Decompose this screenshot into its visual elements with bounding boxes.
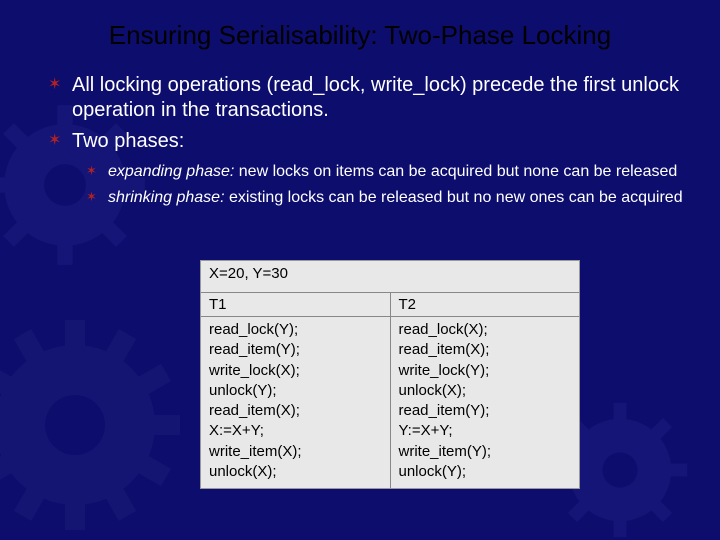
table-cell: unlock(Y);	[399, 462, 572, 482]
table-body: read_lock(Y);read_item(Y);write_lock(X);…	[201, 317, 579, 488]
table-cell: read_item(Y);	[209, 340, 382, 360]
table-cell: X:=X+Y;	[209, 421, 382, 441]
table-cell: unlock(X);	[399, 381, 572, 401]
table-cell: Y:=X+Y;	[399, 421, 572, 441]
column-t2: read_lock(X);read_item(X);write_lock(Y);…	[391, 317, 580, 488]
bullet-item: Two phases: expanding phase: new locks o…	[48, 129, 690, 208]
sub-bullet-item: shrinking phase: existing locks can be r…	[86, 188, 690, 208]
slide: Ensuring Serialisability: Two-Phase Lock…	[0, 0, 720, 540]
table-cell: unlock(Y);	[209, 381, 382, 401]
table-cell: read_item(Y);	[399, 401, 572, 421]
table-cell: write_lock(X);	[209, 361, 382, 381]
table-cell: write_item(Y);	[399, 442, 572, 462]
column-t1: read_lock(Y);read_item(Y);write_lock(X);…	[201, 317, 391, 488]
sub-bullet-list: expanding phase: new locks on items can …	[86, 162, 690, 208]
slide-title: Ensuring Serialisability: Two-Phase Lock…	[30, 20, 690, 51]
table-cell: read_lock(X);	[399, 320, 572, 340]
phase-name: shrinking phase:	[108, 189, 225, 206]
table-cell: write_lock(Y);	[399, 361, 572, 381]
table-initial-values: X=20, Y=30	[201, 261, 579, 292]
column-header-t2: T2	[391, 293, 580, 316]
table-cell: unlock(X);	[209, 462, 382, 482]
transactions-table: X=20, Y=30 T1 T2 read_lock(Y);read_item(…	[200, 260, 580, 489]
phase-name: expanding phase:	[108, 163, 234, 180]
column-header-t1: T1	[201, 293, 391, 316]
bullet-list: All locking operations (read_lock, write…	[48, 73, 690, 208]
table-cell: read_lock(Y);	[209, 320, 382, 340]
table-header-row: T1 T2	[201, 292, 579, 317]
bullet-text: Two phases:	[72, 130, 184, 152]
phase-desc: new locks on items can be acquired but n…	[234, 163, 677, 180]
phase-desc: existing locks can be released but no ne…	[225, 189, 683, 206]
table-cell: write_item(X);	[209, 442, 382, 462]
sub-bullet-item: expanding phase: new locks on items can …	[86, 162, 690, 182]
bullet-item: All locking operations (read_lock, write…	[48, 73, 690, 123]
table-cell: read_item(X);	[209, 401, 382, 421]
table-cell: read_item(X);	[399, 340, 572, 360]
